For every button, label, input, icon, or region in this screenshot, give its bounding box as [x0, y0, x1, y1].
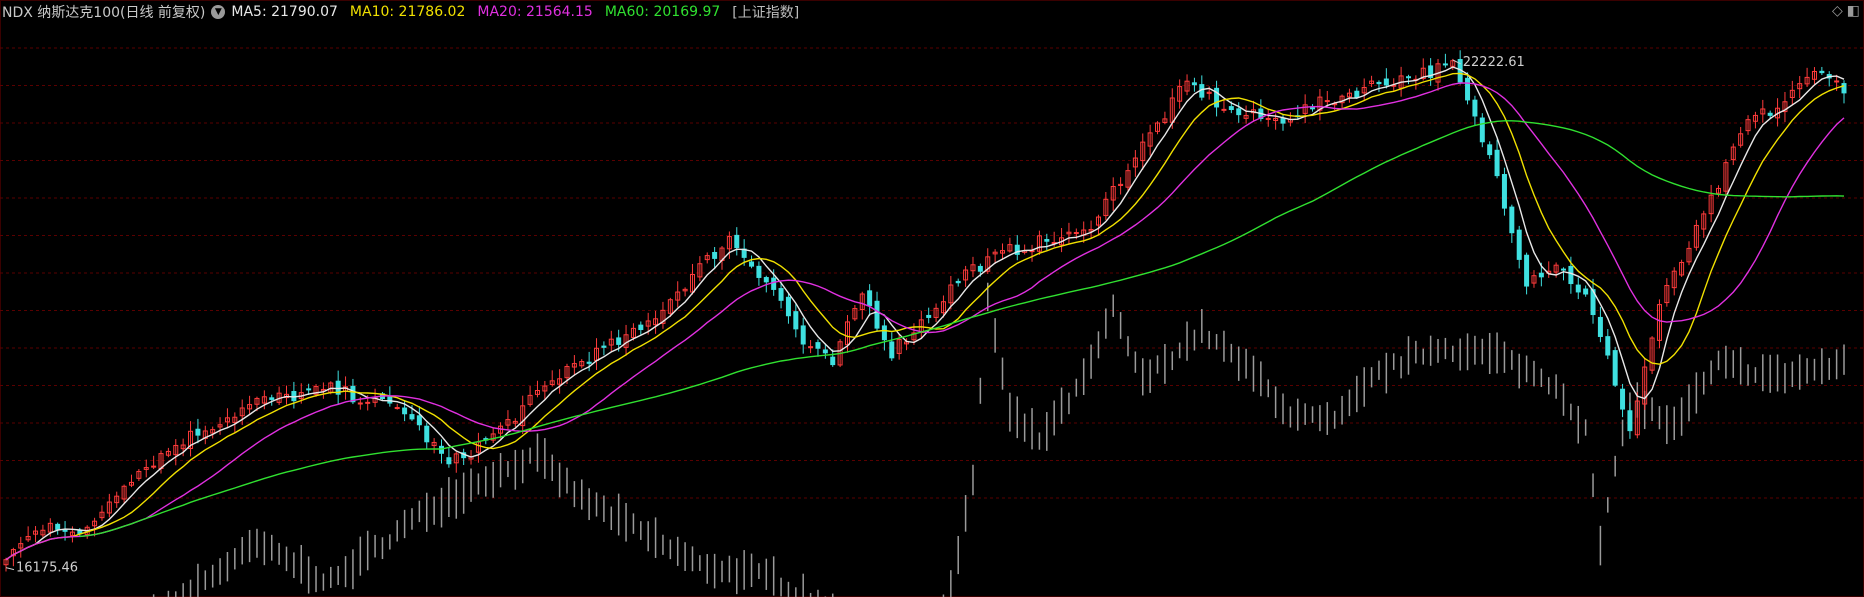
candle-body — [365, 401, 371, 404]
candle-body — [55, 523, 61, 530]
candle-body — [1620, 388, 1626, 410]
candle-body — [1612, 350, 1618, 386]
candle-body — [1597, 316, 1603, 337]
candle-body — [785, 296, 791, 317]
ma60-value: MA60: 20169.97 — [604, 4, 721, 20]
annotation-pointer — [5, 567, 15, 571]
candle-body — [1442, 63, 1448, 66]
candle-body — [771, 277, 777, 290]
candle-body — [800, 325, 806, 345]
candlestick-chart[interactable]: 22222.61 16175.46 — [0, 0, 1864, 597]
candle-body — [601, 345, 607, 348]
candle-body — [269, 397, 275, 400]
candle-body — [1310, 107, 1316, 110]
candle-body — [1280, 117, 1286, 124]
candle-body — [402, 407, 408, 415]
candle-body — [1538, 272, 1544, 278]
candle-body — [1501, 174, 1507, 209]
candle-body — [763, 277, 769, 283]
candle-body — [830, 356, 836, 366]
candle-body — [1568, 265, 1574, 285]
candle-body — [1583, 288, 1589, 295]
candle-body — [1073, 232, 1079, 235]
candle-body — [1841, 83, 1847, 94]
candle-body — [586, 361, 592, 364]
candle-body — [1819, 70, 1825, 74]
candle-body — [638, 324, 644, 331]
candle-body — [1605, 336, 1611, 356]
window-icon[interactable]: ◧ — [1847, 3, 1860, 19]
candle-body — [409, 414, 415, 420]
diamond-icon[interactable]: ◇ — [1832, 3, 1843, 19]
ma20-line — [5, 82, 1845, 561]
candle-body — [734, 234, 740, 249]
candle-body — [350, 385, 356, 403]
candle-body — [151, 465, 157, 468]
candle-body — [1221, 108, 1227, 111]
candle-body — [1575, 284, 1581, 293]
candle-body — [749, 261, 755, 267]
candle-body — [1494, 149, 1500, 177]
candle-body — [889, 341, 895, 359]
candle-body — [1383, 78, 1389, 86]
candle-body — [439, 445, 445, 454]
chart-header: NDX 纳斯达克100(日线 前复权) ▼ MA5: 21790.07 MA10… — [0, 0, 1864, 24]
reference-index-label[interactable]: [上证指数] — [732, 2, 799, 22]
candle-body — [1191, 82, 1197, 86]
ma60-line — [79, 120, 1845, 538]
candle-body — [1472, 99, 1478, 117]
candle-body — [616, 337, 622, 345]
candle-body — [1767, 112, 1773, 116]
ma5-line — [5, 66, 1845, 561]
candle-body — [1487, 144, 1493, 156]
candle-body — [1524, 254, 1530, 287]
candle-body — [822, 349, 828, 354]
ma20-value: MA20: 21564.15 — [477, 4, 593, 20]
candle-body — [977, 265, 983, 272]
symbol-title[interactable]: NDX 纳斯达克100(日线 前复权) — [2, 2, 205, 22]
candle-body — [874, 300, 880, 329]
candle-body — [416, 415, 422, 426]
candle-body — [881, 325, 887, 341]
candle-body — [1354, 90, 1360, 98]
candle-body — [756, 265, 762, 278]
candle-body — [394, 407, 400, 410]
chevron-down-icon[interactable]: ▼ — [211, 5, 226, 19]
high-annotation: 22222.61 — [1463, 55, 1525, 70]
candle-body — [1376, 81, 1382, 85]
candle-body — [1228, 106, 1234, 111]
candle-body — [424, 425, 430, 443]
candle-body — [1627, 410, 1633, 432]
candle-body — [1044, 239, 1050, 242]
candle-body — [793, 311, 799, 330]
candle-body — [1516, 229, 1522, 260]
candle-body — [446, 457, 452, 465]
candle-body — [1834, 80, 1840, 83]
candle-body — [867, 290, 873, 307]
candle-body — [778, 288, 784, 301]
ma10-value: MA10: 21786.02 — [349, 4, 466, 20]
candle-body — [1236, 108, 1242, 116]
candle-body — [712, 251, 718, 259]
ma5-value: MA5: 21790.07 — [231, 4, 338, 20]
window-controls: ◇ ◧ — [1832, 3, 1860, 19]
candle-body — [1561, 268, 1567, 271]
candle-body — [1509, 206, 1515, 234]
candle-body — [357, 402, 363, 405]
candle-body — [1465, 77, 1471, 101]
candle-body — [815, 342, 821, 349]
candle-body — [1324, 100, 1330, 103]
candle-body — [1405, 76, 1411, 79]
candle-body — [1265, 117, 1271, 120]
ma10-line — [5, 72, 1845, 561]
candle-body — [195, 428, 201, 436]
candle-body — [926, 314, 932, 318]
candle-body — [1479, 117, 1485, 143]
candle-body — [955, 280, 961, 284]
low-annotation: 16175.46 — [16, 561, 78, 576]
candle-body — [62, 529, 68, 532]
candle-body — [306, 388, 312, 391]
